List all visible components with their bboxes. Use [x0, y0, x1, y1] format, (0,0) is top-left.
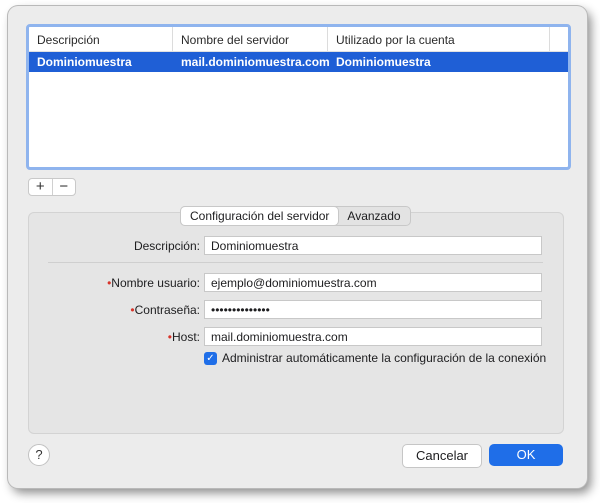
username-field[interactable]: ejemplo@dominiomuestra.com	[204, 273, 542, 292]
column-header-server-name[interactable]: Nombre del servidor	[173, 27, 328, 51]
description-label: Descripción:	[133, 239, 200, 253]
table-row[interactable]: Dominiomuestra mail.dominiomuestra.com D…	[29, 52, 568, 72]
password-label: Contraseña:	[134, 303, 200, 317]
column-header-description[interactable]: Descripción	[29, 27, 173, 51]
cancel-button[interactable]: Cancelar	[402, 444, 482, 468]
add-button[interactable]: +	[29, 179, 52, 195]
column-header-used-by-account[interactable]: Utilizado por la cuenta	[328, 27, 550, 51]
cell-account: Dominiomuestra	[336, 55, 431, 69]
tab-server-settings[interactable]: Configuración del servidor	[181, 207, 339, 225]
password-label-group: •Contraseña:	[130, 303, 200, 317]
host-label-group: •Host:	[168, 330, 200, 344]
column-header-filler	[550, 27, 568, 51]
host-label: Host:	[171, 330, 200, 344]
auto-manage-label: Administrar automáticamente la configura…	[222, 351, 547, 365]
auto-manage-checkbox[interactable]: ✓	[204, 351, 217, 365]
table-header: Descripción Nombre del servidor Utilizad…	[29, 27, 568, 52]
host-field[interactable]: mail.dominiomuestra.com	[204, 327, 542, 346]
settings-tabs: Configuración del servidor Avanzado	[180, 206, 411, 226]
server-settings-dialog: Descripción Nombre del servidor Utilizad…	[8, 6, 587, 488]
username-label: Nombre usuario:	[111, 276, 200, 290]
cell-server: mail.dominiomuestra.com	[181, 55, 330, 69]
password-field[interactable]: ••••••••••••••	[204, 300, 542, 319]
help-button[interactable]: ?	[28, 444, 50, 466]
username-label-group: •Nombre usuario:	[107, 276, 200, 290]
accounts-table[interactable]: Descripción Nombre del servidor Utilizad…	[26, 24, 571, 170]
cell-description: Dominiomuestra	[37, 55, 132, 69]
description-field[interactable]: Dominiomuestra	[204, 236, 542, 255]
ok-button[interactable]: OK	[489, 444, 563, 466]
add-remove-control: + −	[28, 178, 76, 196]
tab-advanced[interactable]: Avanzado	[338, 207, 409, 225]
auto-manage-checkbox-row[interactable]: ✓ Administrar automáticamente la configu…	[204, 351, 546, 365]
remove-button[interactable]: −	[53, 179, 76, 195]
form-divider	[48, 262, 543, 263]
